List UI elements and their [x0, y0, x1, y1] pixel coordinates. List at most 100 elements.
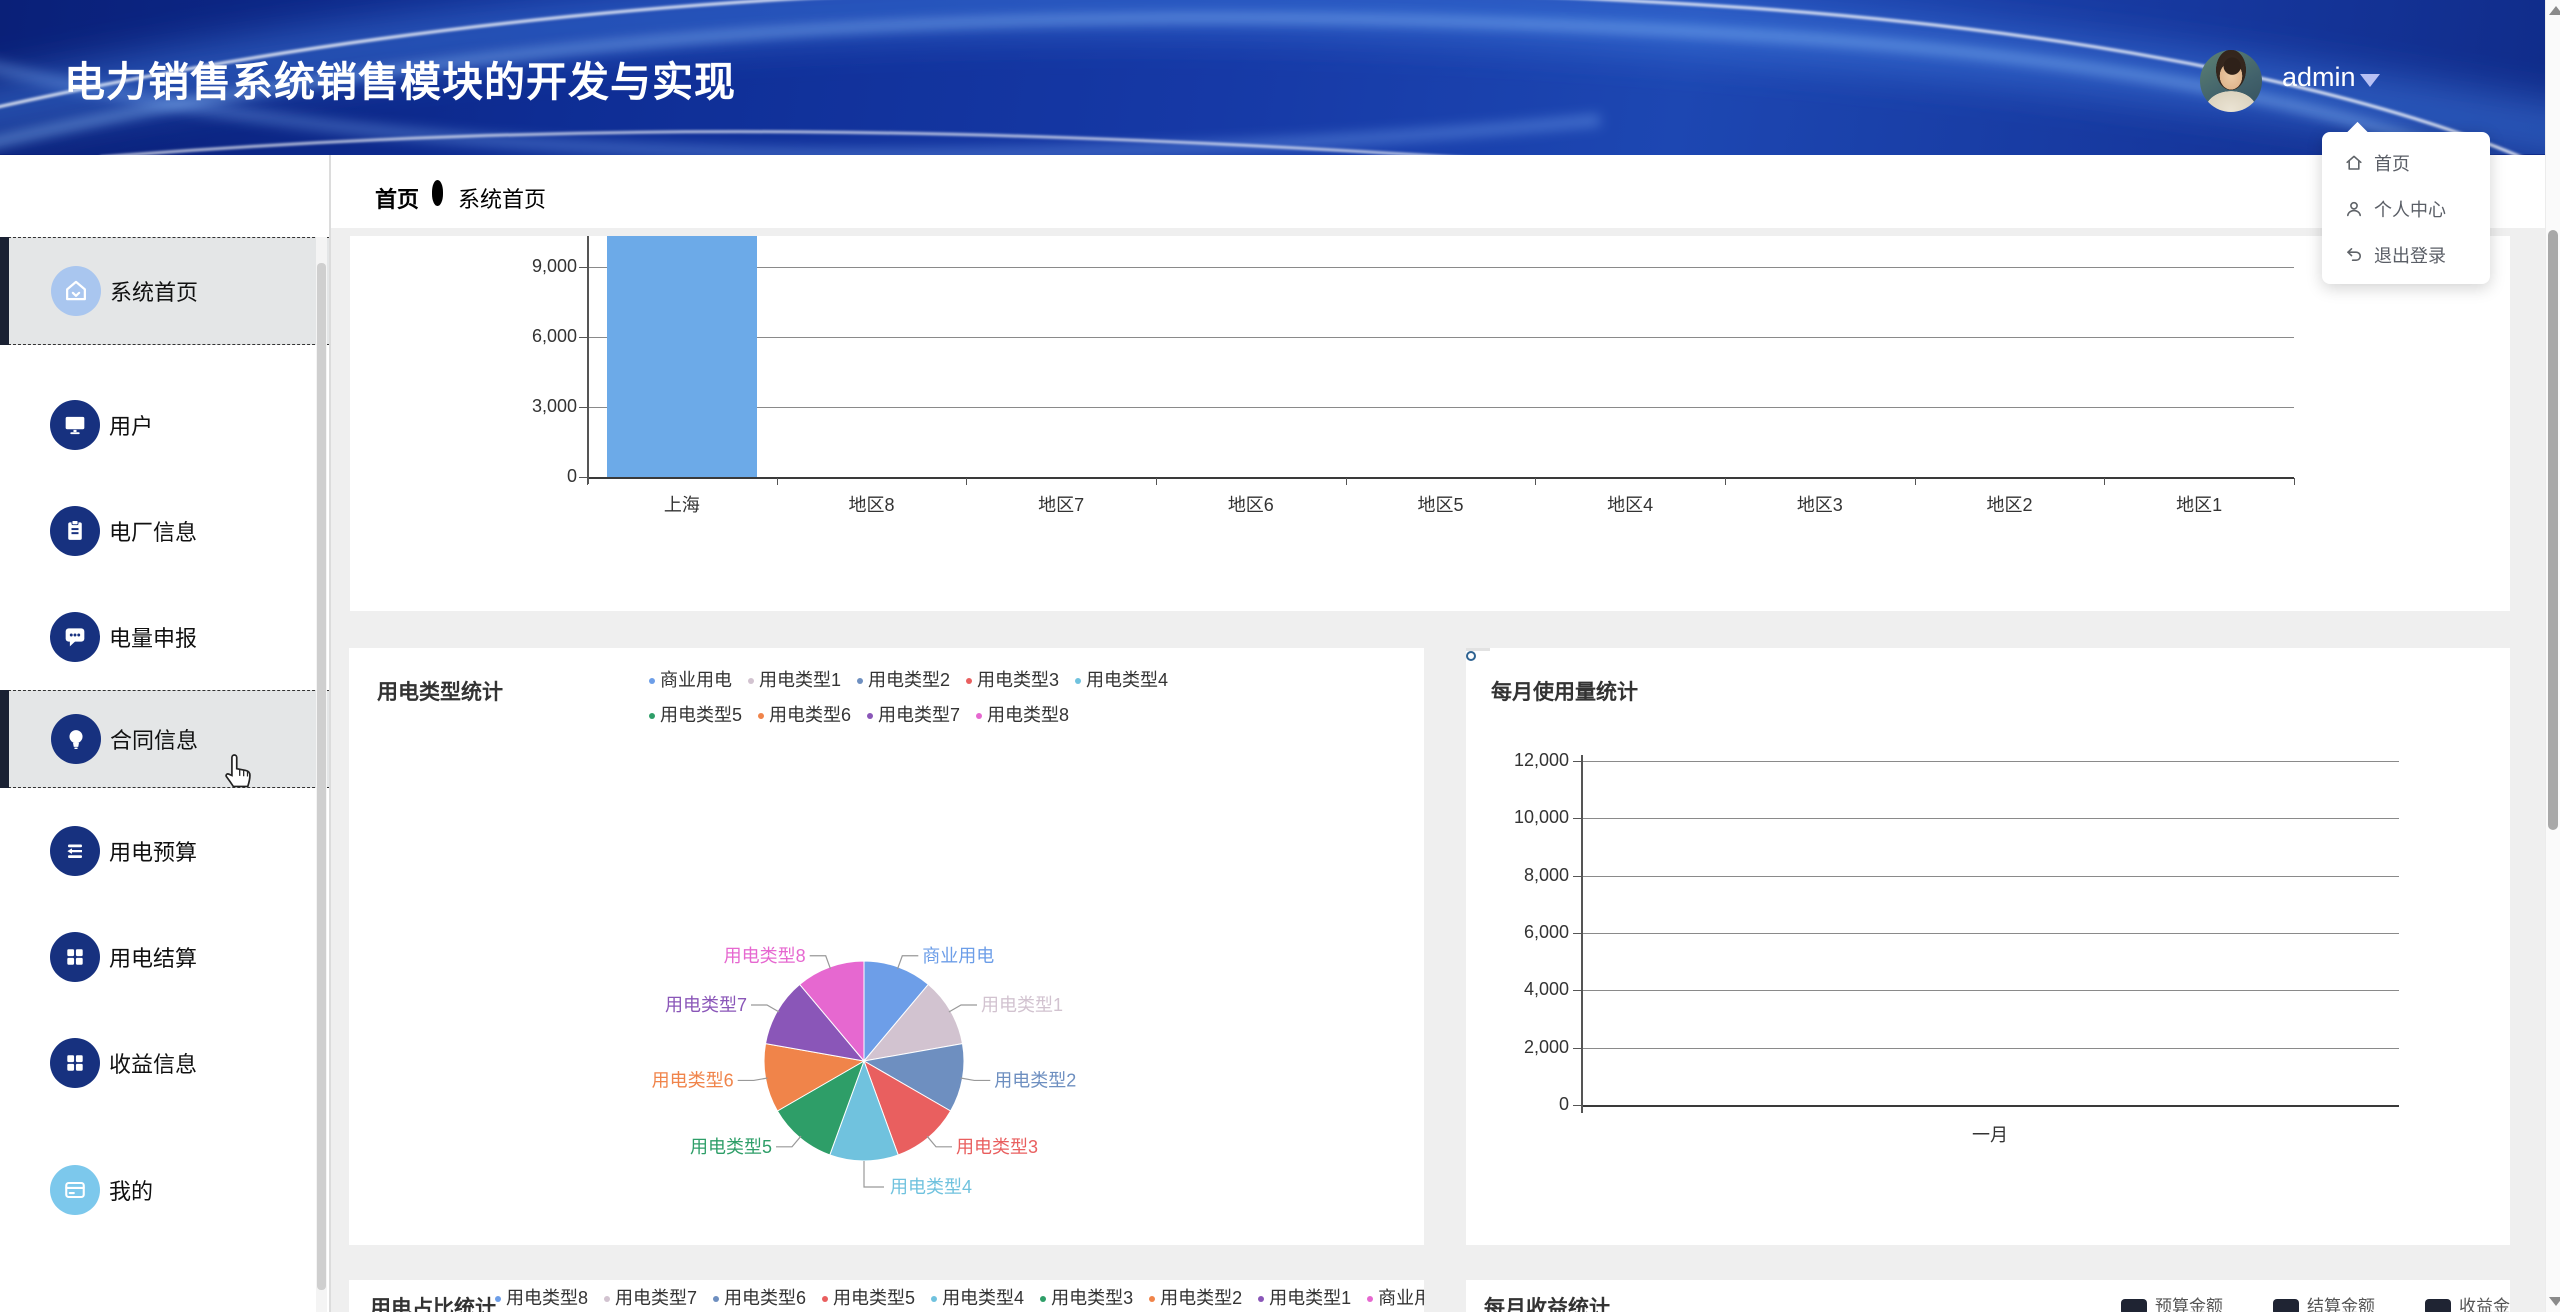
- clipboard-icon: [61, 517, 89, 545]
- y-axis-label: 4,000: [1479, 979, 1569, 1000]
- sidebar-item[interactable]: 系统首页: [8, 237, 330, 345]
- pie-label-line: [776, 1136, 801, 1147]
- menu-item[interactable]: 退出登录: [2322, 232, 2490, 278]
- gridline: [1581, 876, 2399, 877]
- x-axis-label: 地区8: [792, 491, 952, 517]
- legend-item[interactable]: 用电类型6: [713, 1282, 806, 1312]
- sidebar-item[interactable]: 我的: [0, 1162, 330, 1218]
- sidebar-item[interactable]: 收益信息: [0, 1035, 330, 1091]
- y-axis-label: 9,000: [487, 256, 577, 277]
- pie-legend: 商业用电 用电类型1 用电类型2 用电类型3 用电类型4 用电类型5 用电类型6…: [649, 664, 1209, 732]
- chevron-down-icon[interactable]: [2360, 74, 2380, 87]
- legend-item[interactable]: 预算金额: [2121, 1290, 2223, 1312]
- sidebar-item[interactable]: 电量申报: [0, 609, 330, 665]
- legend-item[interactable]: 用电类型5: [649, 699, 742, 732]
- grid-icon: [61, 943, 89, 971]
- usage-share-card-partial: 用电占比统计 用电类型8 用电类型7 用电类型6 用电类型5 用电类型4 用电类…: [349, 1280, 1424, 1312]
- sidebar-item-label: 用电预算: [109, 835, 197, 867]
- sidebar-item-icon-circle: [50, 506, 100, 556]
- data-point-一月[interactable]: [1466, 651, 1476, 661]
- breadcrumb-current: 系统首页: [458, 182, 546, 214]
- legend-item[interactable]: 用电类型7: [604, 1282, 697, 1312]
- sidebar-item[interactable]: 用电预算: [0, 823, 330, 879]
- menu-home-icon: [2344, 153, 2364, 173]
- legend-item[interactable]: 用电类型4: [931, 1282, 1024, 1312]
- gridline: [1581, 1048, 2399, 1049]
- gridline: [587, 407, 2294, 408]
- legend-item[interactable]: 商业用电: [649, 664, 732, 697]
- legend-item[interactable]: 用电类型2: [1149, 1282, 1242, 1312]
- legend-item[interactable]: 用电类型7: [867, 699, 960, 732]
- x-axis-label: 地区3: [1740, 491, 1900, 517]
- legend-dot: [1040, 1296, 1046, 1302]
- legend-item[interactable]: 用电类型3: [966, 664, 1059, 697]
- legend-square: [2425, 1299, 2451, 1312]
- pie-slice-label: 用电类型1: [981, 995, 1063, 1015]
- scrollbar-up-arrow-icon[interactable]: [2549, 6, 2560, 15]
- card-icon: [61, 1176, 89, 1204]
- menu-item[interactable]: 首页: [2322, 140, 2490, 186]
- sidebar-item-icon-circle: [50, 1038, 100, 1088]
- pie-label-line: [927, 1136, 952, 1147]
- legend-item[interactable]: 用电类型8: [495, 1282, 588, 1312]
- page-scrollbar-thumb[interactable]: [2548, 230, 2558, 830]
- legend-dot: [1367, 1296, 1373, 1302]
- gridline: [587, 337, 2294, 338]
- card-title: 每月收益统计: [1484, 1292, 1610, 1312]
- region-usage-bar-card: 03,0006,0009,000上海地区8地区7地区6地区5地区4地区3地区2地…: [350, 236, 2510, 611]
- legend-square: [2273, 1299, 2299, 1312]
- sidebar-item-label: 用电结算: [109, 941, 197, 973]
- legend-item[interactable]: 结算金额: [2273, 1290, 2375, 1312]
- pie-slice-label: 用电类型4: [890, 1177, 972, 1197]
- menu-item-label: 退出登录: [2374, 242, 2446, 268]
- scrollbar-down-arrow-icon[interactable]: [2549, 1297, 2560, 1306]
- user-avatar[interactable]: [2200, 50, 2262, 112]
- sidebar-item[interactable]: 用户: [0, 397, 330, 453]
- legend-item[interactable]: 用电类型5: [822, 1282, 915, 1312]
- mouse-cursor-hand: [222, 748, 256, 788]
- legend-item[interactable]: 收益金额: [2425, 1290, 2510, 1312]
- sidebar-item-icon-circle: [51, 266, 101, 316]
- chat-icon: [61, 623, 89, 651]
- pie-label-line: [864, 1161, 884, 1187]
- monthly-usage-line-card: 每月使用量统计 02,0004,0006,0008,00010,00012,00…: [1466, 648, 2510, 1245]
- pie-slice-label: 用电类型6: [652, 1070, 734, 1090]
- menu-item[interactable]: 个人中心: [2322, 186, 2490, 232]
- bar-上海[interactable]: [607, 236, 757, 477]
- home-icon: [62, 277, 90, 305]
- page-title: 电力销售系统销售模块的开发与实现: [64, 48, 736, 108]
- pie-slice-label: 用电类型2: [994, 1070, 1076, 1090]
- monthly-revenue-card-partial: 每月收益统计 预算金额 结算金额 收益金额: [1466, 1280, 2510, 1312]
- legend-item[interactable]: 用电类型8: [976, 699, 1069, 732]
- legend-dot: [976, 713, 982, 719]
- breadcrumb-root[interactable]: 首页: [375, 182, 419, 214]
- sidebar-item[interactable]: 用电结算: [0, 929, 330, 985]
- legend-item[interactable]: 用电类型3: [1040, 1282, 1133, 1312]
- legend-dot: [649, 713, 655, 719]
- sidebar-item[interactable]: 合同信息: [8, 690, 330, 788]
- sidebar-item-label: 用户: [109, 409, 153, 441]
- legend-dot: [495, 1296, 501, 1302]
- y-axis: [1581, 755, 1583, 1113]
- pie-label-line: [949, 1005, 977, 1012]
- bulb-icon: [62, 725, 90, 753]
- sidebar-item[interactable]: 电厂信息: [0, 503, 330, 559]
- y-axis-label: 6,000: [487, 326, 577, 347]
- legend-dot: [713, 1296, 719, 1302]
- y-axis-label: 6,000: [1479, 922, 1569, 943]
- pie-slice-label: 用电类型3: [956, 1137, 1038, 1157]
- menu-item-label: 个人中心: [2374, 196, 2446, 222]
- sidebar-scrollbar-thumb[interactable]: [317, 263, 326, 1290]
- user-name[interactable]: admin: [2282, 62, 2356, 93]
- list-icon: [61, 837, 89, 865]
- y-axis-label: 8,000: [1479, 865, 1569, 886]
- legend-item[interactable]: 用电类型6: [758, 699, 851, 732]
- breadcrumb-separator: [432, 180, 443, 206]
- pie-label-line: [738, 1078, 768, 1080]
- legend-item[interactable]: 用电类型4: [1075, 664, 1168, 697]
- legend-item[interactable]: 商业用电: [1367, 1282, 1424, 1312]
- legend-item[interactable]: 用电类型1: [1258, 1282, 1351, 1312]
- sidebar-item-icon-circle: [50, 932, 100, 982]
- legend-item[interactable]: 用电类型1: [748, 664, 841, 697]
- legend-item[interactable]: 用电类型2: [857, 664, 950, 697]
